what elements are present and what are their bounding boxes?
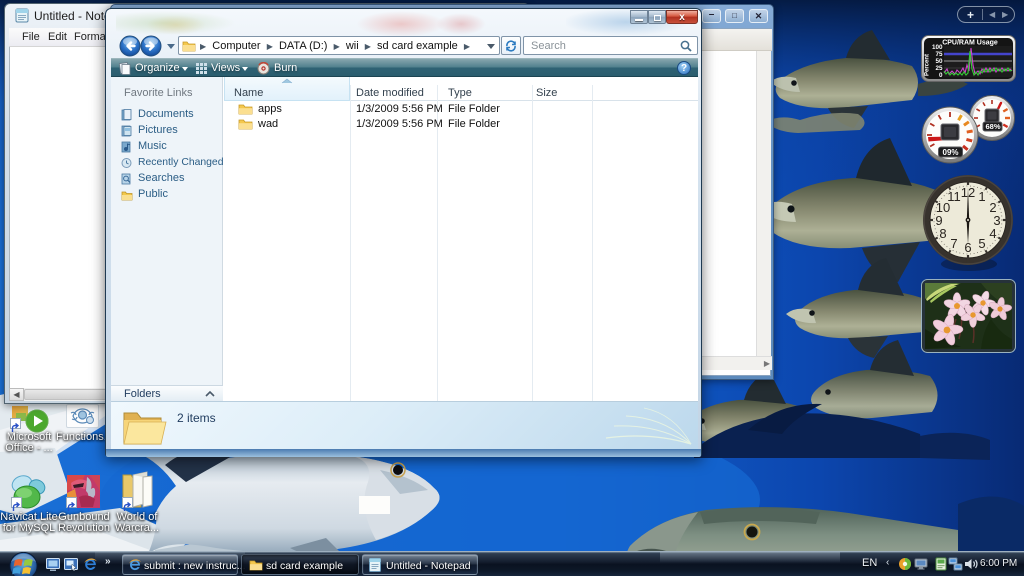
svg-text:75: 75 (935, 51, 943, 58)
svg-text:5: 5 (978, 236, 985, 251)
svg-text:CPU/RAM Usage: CPU/RAM Usage (942, 40, 998, 47)
svg-text:09%: 09% (942, 148, 958, 157)
svg-text:7: 7 (950, 236, 957, 251)
svg-text:8: 8 (939, 226, 946, 241)
svg-text:Percent: Percent (925, 54, 931, 76)
svg-text:0: 0 (939, 72, 943, 79)
svg-text:50: 50 (935, 58, 943, 65)
svg-text:1: 1 (978, 189, 985, 204)
svg-text:11: 11 (947, 189, 961, 204)
svg-text:4: 4 (989, 226, 996, 241)
svg-text:25: 25 (935, 65, 943, 72)
svg-text:9: 9 (935, 213, 942, 228)
svg-text:68%: 68% (985, 122, 1000, 131)
svg-text:100: 100 (932, 44, 943, 51)
